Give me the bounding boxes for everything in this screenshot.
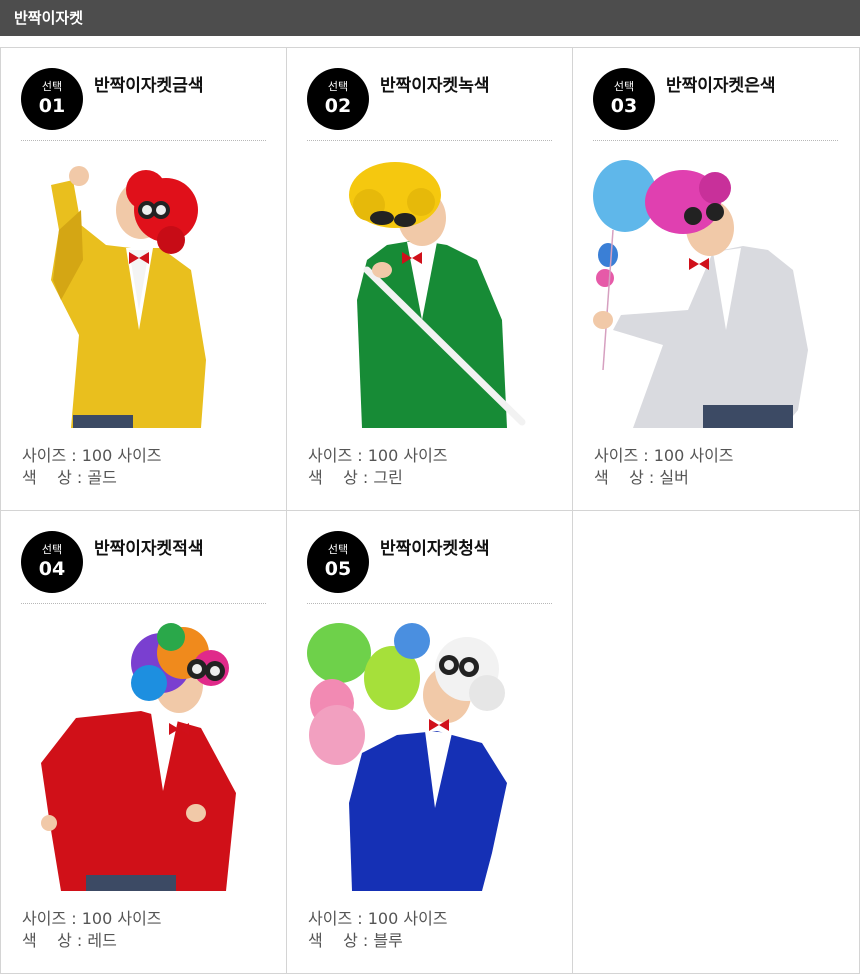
product-name[interactable]: 반짝이자켓금색 — [94, 76, 203, 96]
select-label: 선택 — [41, 543, 63, 556]
divider — [593, 140, 838, 141]
page-title: 반짝이자켓 — [14, 9, 84, 27]
select-number: 04 — [38, 558, 66, 580]
size-text: 사이즈 : 100 사이즈 — [594, 446, 734, 465]
product-card-05[interactable]: 선택 05 반짝이자켓청색 사이즈 : 100 사이즈 색 상 : 블루 — [287, 511, 573, 974]
product-card-01[interactable]: 선택 01 반짝이자켓금색 사이즈 : 100 사이즈 색 상 : 골드 — [0, 48, 287, 511]
divider — [21, 603, 266, 604]
color-text: 색 상 : 골드 — [22, 468, 117, 487]
product-photo-silver[interactable] — [593, 160, 838, 428]
product-photo-green[interactable] — [307, 160, 552, 428]
product-name[interactable]: 반짝이자켓적색 — [94, 539, 203, 559]
product-card-03[interactable]: 선택 03 반짝이자켓은색 사이즈 : 100 사이즈 색 상 : 실버 — [573, 48, 860, 511]
select-label: 선택 — [613, 80, 635, 93]
product-photo-red[interactable] — [21, 623, 266, 891]
color-text: 색 상 : 그린 — [308, 468, 403, 487]
color-text: 색 상 : 레드 — [22, 931, 117, 950]
select-badge[interactable]: 선택 03 — [593, 68, 655, 130]
empty-card — [573, 511, 860, 974]
select-label: 선택 — [327, 80, 349, 93]
select-badge[interactable]: 선택 02 — [307, 68, 369, 130]
product-grid: 선택 01 반짝이자켓금색 사이즈 : 100 사이즈 색 상 : 골드 선택 … — [0, 47, 860, 974]
select-badge[interactable]: 선택 05 — [307, 531, 369, 593]
product-card-02[interactable]: 선택 02 반짝이자켓녹색 사이즈 : 100 사이즈 색 상 : 그린 — [287, 48, 573, 511]
product-name[interactable]: 반짝이자켓청색 — [380, 539, 489, 559]
divider — [21, 140, 266, 141]
select-number: 05 — [324, 558, 352, 580]
size-text: 사이즈 : 100 사이즈 — [308, 446, 448, 465]
size-text: 사이즈 : 100 사이즈 — [22, 446, 162, 465]
product-name[interactable]: 반짝이자켓녹색 — [380, 76, 489, 96]
select-number: 03 — [610, 95, 638, 117]
size-text: 사이즈 : 100 사이즈 — [22, 909, 162, 928]
color-text: 색 상 : 블루 — [308, 931, 403, 950]
select-badge[interactable]: 선택 04 — [21, 531, 83, 593]
color-text: 색 상 : 실버 — [594, 468, 689, 487]
select-label: 선택 — [41, 80, 63, 93]
select-number: 02 — [324, 95, 352, 117]
divider — [307, 603, 552, 604]
size-text: 사이즈 : 100 사이즈 — [308, 909, 448, 928]
product-card-04[interactable]: 선택 04 반짝이자켓적색 사이즈 : 100 사이즈 색 상 : 레드 — [0, 511, 287, 974]
divider — [307, 140, 552, 141]
product-name[interactable]: 반짝이자켓은색 — [666, 76, 775, 96]
select-number: 01 — [38, 95, 66, 117]
product-photo-gold[interactable] — [21, 160, 266, 428]
select-badge[interactable]: 선택 01 — [21, 68, 83, 130]
page-title-bar: 반짝이자켓 — [0, 0, 860, 36]
select-label: 선택 — [327, 543, 349, 556]
product-photo-blue[interactable] — [307, 623, 552, 891]
